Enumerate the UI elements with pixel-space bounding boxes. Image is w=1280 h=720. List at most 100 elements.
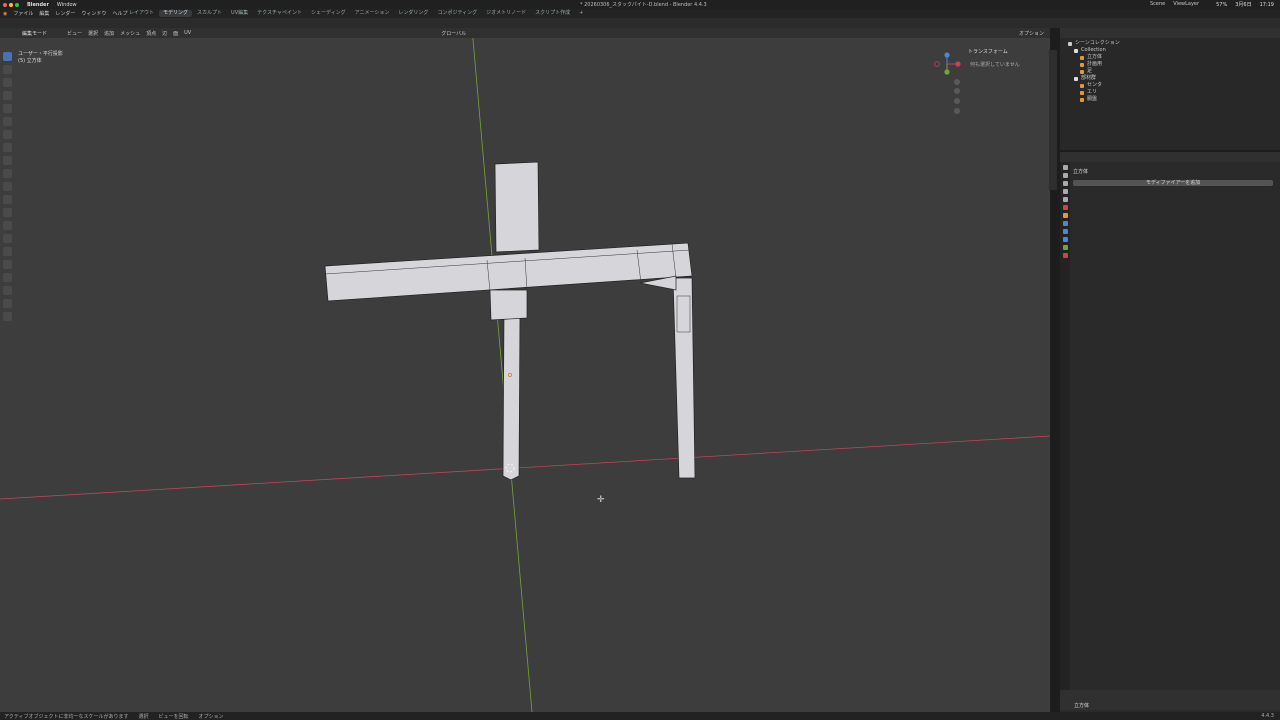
blender-topbar: ◉ ファイル 編集 レンダー ウィンドウ ヘルプ レイアウト モデリング スカル… (0, 9, 1280, 18)
mode-dropdown[interactable]: 編集モード (22, 30, 47, 37)
rotate-tool-icon[interactable] (3, 91, 12, 100)
vmenu-mesh[interactable]: メッシュ (120, 30, 140, 37)
add-modifier-button[interactable]: モディファイアーを追加 (1073, 180, 1273, 186)
pan-hand-icon[interactable] (954, 88, 960, 94)
orientation-dropdown[interactable]: グローバル (441, 30, 466, 37)
zoom-window-icon[interactable] (15, 2, 19, 7)
3d-viewport[interactable]: ✛ (0, 28, 1050, 712)
scene-field[interactable]: Scene (1150, 1, 1165, 7)
mesh-top-post[interactable] (494, 161, 540, 253)
shrink-tool-icon[interactable] (3, 286, 12, 295)
scene-tab-icon[interactable] (1063, 197, 1068, 202)
vmenu-edge[interactable]: 辺 (162, 30, 167, 37)
annotate-tool-icon[interactable] (3, 130, 12, 139)
outliner-row[interactable]: エリ (1068, 89, 1273, 96)
tab-uv-editing[interactable]: UV編集 (227, 10, 252, 17)
tab-texture-paint[interactable]: テクスチャペイント (253, 10, 306, 17)
tab-geometry-nodes[interactable]: ジオメトリノード (482, 10, 530, 17)
extrude-tool-icon[interactable] (3, 169, 12, 178)
cursor-tool-icon[interactable] (3, 65, 12, 74)
outliner-row[interactable]: 部材群 (1068, 75, 1273, 82)
shear-tool-icon[interactable] (3, 299, 12, 308)
zoom-icon[interactable] (954, 79, 960, 85)
smooth-tool-icon[interactable] (3, 260, 12, 269)
tab-sculpt[interactable]: スカルプト (193, 10, 226, 17)
tab-scripting[interactable]: スクリプト作成 (531, 10, 574, 17)
properties-editor[interactable] (1060, 152, 1280, 712)
bevel-tool-icon[interactable] (3, 195, 12, 204)
poly-build-tool-icon[interactable] (3, 234, 12, 243)
transform-tool-icon[interactable] (3, 117, 12, 126)
inset-tool-icon[interactable] (3, 182, 12, 191)
tab-shading[interactable]: シェーディング (307, 10, 350, 17)
navigation-gizmo[interactable] (934, 52, 961, 75)
measure-tool-icon[interactable] (3, 143, 12, 152)
mesh-joint-block[interactable] (489, 289, 528, 321)
close-window-icon[interactable] (3, 2, 7, 7)
tab-modeling[interactable]: モデリング (159, 10, 193, 17)
blender-logo-icon[interactable]: ◉ (3, 11, 7, 17)
tool-tab-icon[interactable] (1063, 165, 1068, 170)
vmenu-select[interactable]: 選択 (88, 30, 98, 37)
output-tab-icon[interactable] (1063, 181, 1068, 186)
knife-tool-icon[interactable] (3, 221, 12, 230)
material-tab-icon[interactable] (1063, 253, 1068, 258)
vmenu-face[interactable]: 面 (173, 30, 178, 37)
world-tab-icon[interactable] (1063, 205, 1068, 210)
ortho-toggle-icon[interactable] (954, 108, 960, 114)
menu-render[interactable]: レンダー (55, 10, 75, 17)
gizmo-y-icon[interactable] (944, 69, 950, 75)
outliner-row[interactable]: 立方体 (1068, 54, 1273, 61)
camera-view-icon[interactable] (954, 98, 960, 104)
vmenu-view[interactable]: ビュー (67, 30, 82, 37)
view-layer-field[interactable]: ViewLayer (1173, 1, 1199, 7)
tab-compositing[interactable]: コンポジティング (433, 10, 481, 17)
minimize-window-icon[interactable] (9, 2, 13, 7)
viewport-canvas[interactable]: ✛ (0, 28, 1050, 712)
mesh-right-leg[interactable] (672, 277, 696, 479)
move-tool-icon[interactable] (3, 78, 12, 87)
render-tab-icon[interactable] (1063, 173, 1068, 178)
loop-cut-tool-icon[interactable] (3, 208, 12, 217)
add-workspace-icon[interactable]: + (575, 10, 587, 17)
gizmo-x-icon[interactable] (955, 61, 961, 67)
edge-slide-tool-icon[interactable] (3, 273, 12, 282)
outliner-row[interactable]: 足 (1068, 68, 1273, 75)
window-controls[interactable] (3, 2, 19, 7)
app-menu[interactable]: Blender (27, 2, 49, 8)
outliner-row[interactable]: 計画用 (1068, 61, 1273, 68)
outliner-row[interactable]: 胴盤 (1068, 96, 1273, 103)
vmenu-vertex[interactable]: 頂点 (146, 30, 156, 37)
viewport-options-button[interactable]: オプション (1019, 30, 1044, 37)
particles-tab-icon[interactable] (1063, 229, 1068, 234)
modifier-tab-icon[interactable] (1063, 221, 1068, 226)
menu-edit[interactable]: 編集 (39, 10, 49, 17)
tab-rendering[interactable]: レンダリング (394, 10, 432, 17)
physics-tab-icon[interactable] (1063, 237, 1068, 242)
outliner-row[interactable]: センタ (1068, 82, 1273, 89)
vmenu-uv[interactable]: UV (184, 30, 191, 37)
transform-panel-title[interactable]: トランスフォーム (968, 48, 1048, 55)
outliner-title: シーンコレクション (1068, 40, 1273, 47)
window-menu[interactable]: Window (57, 2, 77, 8)
scale-tool-icon[interactable] (3, 104, 12, 113)
sidebar-tabs[interactable] (1049, 50, 1057, 190)
tool-header (0, 18, 1280, 28)
outliner[interactable]: シーンコレクション Collection 立方体 計画用 足 部材群 センタ エ… (1060, 28, 1280, 150)
menu-window[interactable]: ウィンドウ (81, 10, 106, 17)
gizmo-z-icon[interactable] (944, 52, 950, 58)
tab-animation[interactable]: アニメーション (351, 10, 394, 17)
add-cube-tool-icon[interactable] (3, 156, 12, 165)
select-tool-icon[interactable] (3, 52, 12, 61)
mesh-object[interactable] (324, 161, 696, 481)
menu-file[interactable]: ファイル (13, 10, 33, 17)
spin-tool-icon[interactable] (3, 247, 12, 256)
data-tab-icon[interactable] (1063, 245, 1068, 250)
outliner-row[interactable]: Collection (1068, 47, 1273, 54)
tab-layout[interactable]: レイアウト (125, 10, 158, 17)
vmenu-add[interactable]: 追加 (104, 30, 114, 37)
rip-tool-icon[interactable] (3, 312, 12, 321)
mesh-left-leg[interactable] (502, 312, 521, 481)
view-layer-tab-icon[interactable] (1063, 189, 1068, 194)
object-tab-icon[interactable] (1063, 213, 1068, 218)
